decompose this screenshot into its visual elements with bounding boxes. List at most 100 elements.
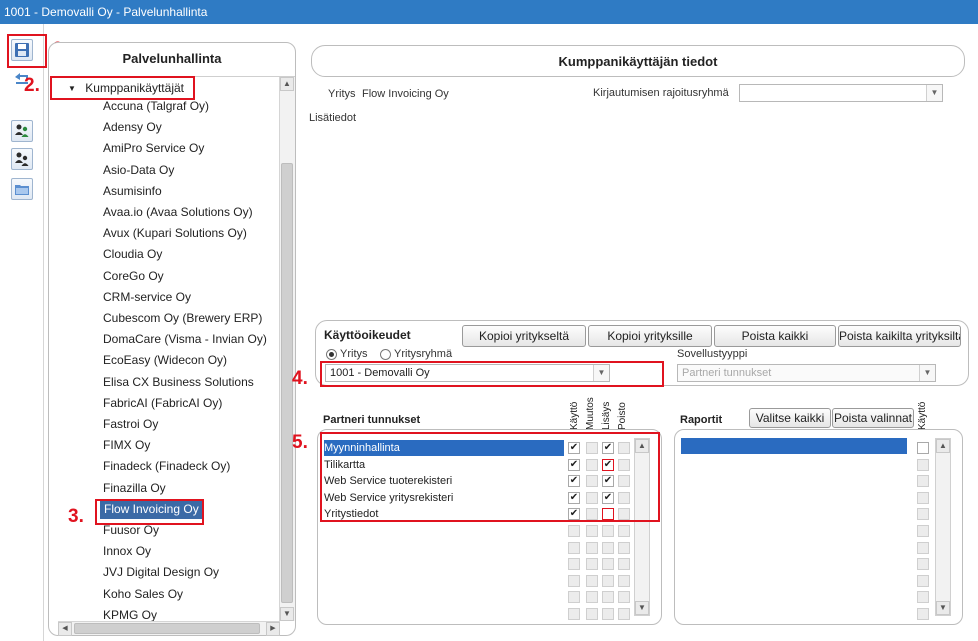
permission-checkbox[interactable]: [618, 541, 630, 554]
scroll-right-icon[interactable]: ▶: [266, 622, 280, 636]
tree-item[interactable]: Accuna (Talgraf Oy): [103, 96, 209, 116]
tree-item[interactable]: Fastroi Oy: [103, 414, 158, 434]
tree-item[interactable]: Cubescom Oy (Brewery ERP): [103, 308, 262, 328]
permission-checkbox[interactable]: [618, 608, 630, 620]
tree-vscrollbar[interactable]: ▲ ▼: [279, 77, 295, 621]
tree-item[interactable]: DomaCare (Visma - Invian Oy): [103, 329, 267, 349]
report-checkbox[interactable]: [917, 608, 929, 620]
report-checkbox[interactable]: [917, 591, 929, 604]
chevron-down-icon: ▼: [926, 85, 942, 101]
step6-highlight: [7, 34, 47, 68]
permission-checkbox[interactable]: [602, 574, 614, 587]
select-all-button[interactable]: Valitse kaikki: [749, 408, 831, 428]
step-2-label: 2.: [24, 75, 40, 96]
additional-info-label: Lisätiedot: [309, 112, 357, 124]
permission-checkbox[interactable]: [586, 558, 598, 571]
tree-root-label: Kumppanikäyttäjät: [85, 81, 184, 95]
permission-checkbox[interactable]: [618, 574, 630, 587]
tree-item[interactable]: CRM-service Oy: [103, 287, 191, 307]
report-checkbox[interactable]: [917, 525, 929, 537]
tree-root-kumppanikayttajat[interactable]: ▼ Kumppanikäyttäjät: [68, 79, 184, 97]
tree-item[interactable]: Innox Oy: [103, 541, 151, 561]
permission-checkbox[interactable]: [602, 608, 614, 620]
permission-checkbox[interactable]: [586, 541, 598, 554]
col-header-modify: Muutos: [585, 397, 596, 430]
tree-item[interactable]: Elisa CX Business Solutions: [103, 372, 254, 392]
permission-checkbox[interactable]: [586, 525, 598, 537]
permission-checkbox[interactable]: [568, 574, 580, 587]
copy-to-companies-button[interactable]: Kopioi yrityksille: [588, 325, 712, 347]
radio-company-group[interactable]: [380, 349, 391, 360]
permission-checkbox[interactable]: [568, 525, 580, 537]
copy-from-company-button[interactable]: Kopioi yritykseltä: [462, 325, 586, 347]
tree-item[interactable]: Asumisinfo: [103, 181, 162, 201]
tree-item[interactable]: Finadeck (Finadeck Oy): [103, 456, 230, 476]
tree-item[interactable]: Asio-Data Oy: [103, 160, 174, 180]
app-type-label: Sovellustyyppi: [677, 348, 748, 360]
remove-selected-button[interactable]: Poista valinnat: [832, 408, 914, 428]
report-checkbox[interactable]: [917, 442, 929, 454]
permission-checkbox[interactable]: [602, 558, 614, 571]
permission-checkbox[interactable]: [586, 574, 598, 587]
radio-company[interactable]: [326, 349, 337, 360]
users-icon: [15, 124, 29, 137]
report-checkbox[interactable]: [917, 508, 929, 521]
scroll-up-icon[interactable]: ▲: [280, 77, 294, 91]
scroll-down-icon[interactable]: ▼: [936, 601, 950, 615]
tree-item[interactable]: FIMX Oy: [103, 435, 150, 455]
hscroll-thumb[interactable]: [74, 623, 260, 634]
report-checkbox[interactable]: [917, 475, 929, 488]
remove-all-companies-button[interactable]: Poista kaikilta yrityksiltä: [838, 325, 961, 347]
scroll-down-icon[interactable]: ▼: [280, 607, 294, 621]
tree-item[interactable]: JVJ Digital Design Oy: [103, 562, 219, 582]
scroll-up-icon[interactable]: ▲: [936, 439, 950, 453]
login-group-select[interactable]: ▼: [739, 84, 943, 102]
permission-checkbox[interactable]: [568, 591, 580, 604]
step4-highlight: [320, 361, 664, 387]
radio-company-label: Yritys: [340, 348, 368, 360]
permission-checkbox[interactable]: [568, 541, 580, 554]
tree-item[interactable]: FabricAI (FabricAI Oy): [103, 393, 222, 413]
remove-all-button[interactable]: Poista kaikki: [714, 325, 836, 347]
tree-hscrollbar[interactable]: ◀ ▶: [58, 621, 280, 636]
permission-checkbox[interactable]: [618, 591, 630, 604]
step-3-label: 3.: [68, 506, 84, 527]
step5-highlight: [320, 432, 660, 522]
permission-checkbox[interactable]: [568, 558, 580, 571]
permission-checkbox[interactable]: [602, 591, 614, 604]
tree-item[interactable]: Avux (Kupari Solutions Oy): [103, 223, 247, 243]
scroll-down-icon[interactable]: ▼: [635, 601, 649, 615]
reports-vscrollbar[interactable]: ▲ ▼: [935, 438, 951, 616]
reports-title: Raportit: [680, 414, 723, 426]
app-type-value: Partneri tunnukset: [682, 367, 772, 379]
tree-item[interactable]: Adensy Oy: [103, 117, 162, 137]
report-checkbox[interactable]: [917, 558, 929, 571]
report-checkbox[interactable]: [917, 458, 929, 471]
reports-selected-row[interactable]: [681, 438, 907, 454]
permission-checkbox[interactable]: [618, 558, 630, 571]
scroll-left-icon[interactable]: ◀: [58, 622, 72, 636]
permission-checkbox[interactable]: [568, 608, 580, 620]
tree-item[interactable]: Cloudia Oy: [103, 244, 162, 264]
tree-item[interactable]: AmiPro Service Oy: [103, 138, 204, 158]
permission-checkbox[interactable]: [602, 541, 614, 554]
report-checkbox[interactable]: [917, 574, 929, 587]
permission-checkbox[interactable]: [586, 608, 598, 620]
permission-checkbox[interactable]: [602, 525, 614, 537]
folder-icon: [15, 185, 29, 195]
users-button[interactable]: [11, 120, 33, 142]
folder-button[interactable]: [11, 178, 33, 200]
users-alt-icon: [15, 152, 29, 166]
tree-item[interactable]: CoreGo Oy: [103, 266, 164, 286]
app-type-select: Partneri tunnukset ▼: [677, 364, 936, 382]
permission-checkbox[interactable]: [586, 591, 598, 604]
permission-checkbox[interactable]: [618, 525, 630, 537]
tree-item[interactable]: EcoEasy (Widecon Oy): [103, 350, 227, 370]
tree-item[interactable]: Finazilla Oy: [103, 478, 166, 498]
tree-item[interactable]: Koho Sales Oy: [103, 584, 183, 604]
report-checkbox[interactable]: [917, 491, 929, 504]
users-alt-button[interactable]: [11, 148, 33, 170]
tree-item[interactable]: Avaa.io (Avaa Solutions Oy): [103, 202, 253, 222]
company-value: Flow Invoicing Oy: [362, 88, 449, 100]
report-checkbox[interactable]: [917, 541, 929, 554]
